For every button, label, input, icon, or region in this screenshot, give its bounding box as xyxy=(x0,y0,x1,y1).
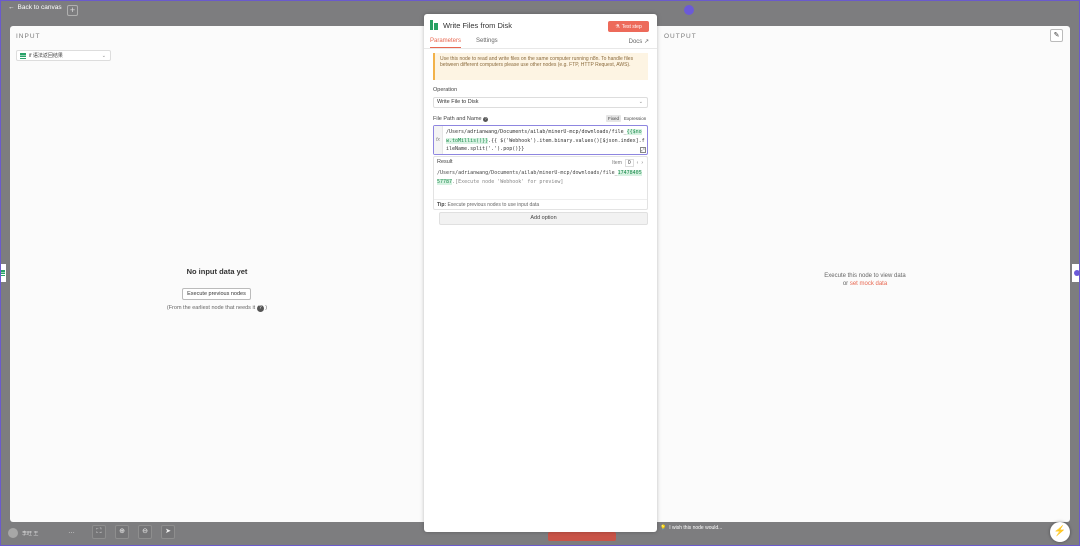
result-label: Result xyxy=(437,159,453,165)
pencil-icon: ✎ xyxy=(1053,32,1060,39)
avatar[interactable] xyxy=(8,528,18,538)
node-notice: Use this node to read and write files on… xyxy=(433,53,648,80)
cursor-icon: ➤ xyxy=(165,528,171,535)
input-pane-title: INPUT xyxy=(16,33,41,40)
item-selector: Item 0 ‹ › xyxy=(612,159,643,167)
chevron-left-icon[interactable]: ‹ xyxy=(637,160,639,166)
expression-result: Result Item 0 ‹ › /Users/adrianwang/Docu… xyxy=(433,156,648,210)
panel-tabs: Parameters Settings Docs ↗ xyxy=(424,38,657,49)
toggle-fixed[interactable]: Fixed xyxy=(606,115,622,122)
result-text: /Users/adrianwang/Documents/ailab/minerU… xyxy=(437,169,642,186)
output-msg-or: or xyxy=(842,281,850,287)
node-bars-icon xyxy=(20,52,26,59)
tab-settings[interactable]: Settings xyxy=(476,38,498,44)
output-pane-title: OUTPUT xyxy=(664,33,697,40)
bolt-icon: ⚡ xyxy=(1053,526,1067,537)
execute-previous-nodes-button[interactable]: Execute previous nodes xyxy=(182,288,251,300)
fit-view-icon: ⛶ xyxy=(96,528,102,535)
tip-row: Tip: Execute previous nodes to use input… xyxy=(434,199,647,210)
fx-icon: fx xyxy=(434,126,443,154)
result-path: /Users/adrianwang/Documents/ailab/minerU… xyxy=(437,170,618,176)
ask-ai-button[interactable]: ⚡ xyxy=(1050,522,1070,542)
user-name: 李旺 王 xyxy=(22,531,39,537)
expand-icon[interactable]: ⤢ xyxy=(640,147,646,153)
operation-value: Write File to Disk xyxy=(437,99,479,105)
earliest-node-close: ) xyxy=(265,305,268,311)
feedback-link[interactable]: 💡 I wish this node would... xyxy=(660,525,722,531)
output-msg-line: Execute this node to view data xyxy=(824,273,906,279)
question-icon[interactable]: ? xyxy=(256,305,264,312)
add-option-button[interactable]: Add option xyxy=(439,212,648,225)
operation-label: Operation xyxy=(433,87,458,93)
operation-select[interactable]: Write File to Disk ⌄ xyxy=(433,97,648,108)
docs-link[interactable]: Docs ↗ xyxy=(629,38,649,45)
file-path-label: File Path and Name ? xyxy=(433,116,489,122)
lightbulb-icon: 💡 xyxy=(660,525,667,531)
zoom-in-icon: ⊕ xyxy=(119,528,125,535)
more-icon[interactable]: … xyxy=(68,528,75,535)
run-select-value: if 语法返回结果 xyxy=(29,53,63,59)
file-icon xyxy=(430,20,438,30)
external-link-icon: ↗ xyxy=(643,39,649,45)
back-to-canvas-label: Back to canvas xyxy=(17,4,62,11)
arrow-left-icon: ← xyxy=(8,4,15,11)
node-parameters-panel: Write Files from Disk ⚗ Test step Parame… xyxy=(424,14,657,532)
earliest-node-text: (From the earliest node that needs it xyxy=(166,305,256,311)
chevron-right-icon[interactable]: › xyxy=(641,160,643,166)
result-ext: .[Execute node 'Webhook' for preview] xyxy=(452,178,564,185)
execute-workflow-button[interactable] xyxy=(548,532,616,541)
earliest-node-note: (From the earliest node that needs it ? … xyxy=(10,305,424,312)
file-path-label-text: File Path and Name xyxy=(433,116,482,122)
left-node-handle[interactable] xyxy=(0,264,6,282)
zoom-out-icon: ⊖ xyxy=(142,528,148,535)
node-bars-icon xyxy=(0,270,5,276)
tip-bold: Tip: xyxy=(437,202,447,208)
output-empty-message: Execute this node to view data or set mo… xyxy=(790,272,940,288)
fixed-expression-toggle: Fixed Expression xyxy=(606,115,648,122)
back-to-canvas-link[interactable]: ← Back to canvas xyxy=(8,4,62,11)
expr-path: /Users/adrianwang/Documents/ailab/minerU… xyxy=(446,129,627,135)
n8n-logo-icon xyxy=(684,5,694,15)
zoom-out-button[interactable]: ⊖ xyxy=(138,525,152,539)
docs-label: Docs xyxy=(628,39,643,45)
test-step-label: Test step xyxy=(621,23,642,30)
node-dot-icon xyxy=(1074,270,1080,276)
item-number-input[interactable]: 0 xyxy=(624,159,634,167)
right-node-handle[interactable] xyxy=(1072,264,1080,282)
chevron-down-icon: ⌄ xyxy=(101,53,106,59)
flask-icon: ⚗ xyxy=(615,23,620,30)
fit-view-button[interactable]: ⛶ xyxy=(92,525,106,539)
test-step-button[interactable]: ⚗ Test step xyxy=(608,21,649,32)
cursor-button[interactable]: ➤ xyxy=(161,525,175,539)
set-mock-data-link[interactable]: set mock data xyxy=(850,281,887,287)
help-icon[interactable]: ? xyxy=(483,117,489,122)
tab-parameters[interactable]: Parameters xyxy=(430,38,462,48)
node-title[interactable]: Write Files from Disk xyxy=(443,21,512,30)
no-input-title: No input data yet xyxy=(186,267,248,276)
panel-header: Write Files from Disk xyxy=(430,20,512,30)
expression-text: /Users/adrianwang/Documents/ailab/minerU… xyxy=(446,128,646,154)
item-label: Item xyxy=(612,160,622,166)
feedback-text: I wish this node would... xyxy=(669,525,723,531)
add-button[interactable]: + xyxy=(67,5,78,16)
run-select[interactable]: if 语法返回结果 ⌄ xyxy=(16,50,111,61)
zoom-in-button[interactable]: ⊕ xyxy=(115,525,129,539)
tip-text: Execute previous nodes to use input data xyxy=(446,202,540,208)
edit-output-button[interactable]: ✎ xyxy=(1050,29,1063,42)
file-path-expression-input[interactable]: fx /Users/adrianwang/Documents/ailab/min… xyxy=(433,125,648,155)
chevron-down-icon: ⌄ xyxy=(638,99,643,105)
toggle-expression[interactable]: Expression xyxy=(622,115,648,122)
